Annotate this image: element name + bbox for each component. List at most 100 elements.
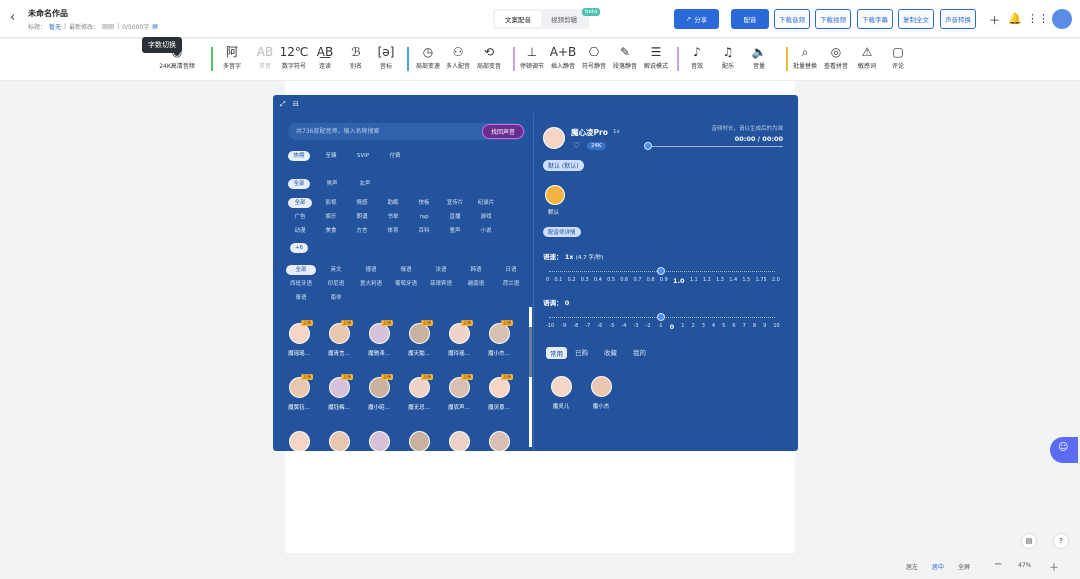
download-video-button[interactable]: 下载视频 xyxy=(815,9,851,29)
lang-chip[interactable]: 法语 xyxy=(426,265,456,275)
voice-card[interactable] xyxy=(442,431,476,451)
recent-tab[interactable]: 我的 xyxy=(633,347,646,357)
find-voice-button[interactable]: 找回声音 xyxy=(482,124,524,139)
lang-chip[interactable]: 越南语 xyxy=(461,279,491,289)
cat-chip[interactable]: 体育 xyxy=(381,226,405,236)
toolbar-narration-button[interactable]: ☰ 解说模式 xyxy=(639,44,673,70)
cat-chip[interactable]: 美食 xyxy=(319,226,343,236)
cat-chip[interactable]: 娱乐 xyxy=(319,212,343,222)
voice-convert-button[interactable]: 声音转换 xyxy=(940,9,976,29)
voice-detail-button[interactable]: 配音师详情 xyxy=(543,227,581,237)
scrollbar[interactable] xyxy=(529,307,532,447)
user-avatar[interactable] xyxy=(1052,9,1072,29)
zoom-out-icon[interactable]: − xyxy=(994,559,1002,570)
scrollbar-thumb[interactable] xyxy=(529,327,532,377)
toolbar-music-button[interactable]: ♫ 配乐 xyxy=(711,44,745,70)
back-arrow-icon[interactable]: ‹ xyxy=(10,10,15,25)
cat-chip[interactable]: 朗诵 xyxy=(350,212,374,222)
toolbar-liaison-button[interactable]: A͟B 连读 xyxy=(308,44,342,70)
voice-card[interactable] xyxy=(282,431,316,451)
toolbar-multi-voice-button[interactable]: ⚇ 多人配音 xyxy=(441,44,475,70)
cat-chip[interactable]: 动漫 xyxy=(288,226,312,236)
recent-voice-card[interactable]: 魔灵儿 xyxy=(544,376,578,410)
tabs-chip[interactable]: SVIP xyxy=(352,151,374,161)
toolbar-sfx-button[interactable]: ♪ 音效 xyxy=(680,44,714,70)
toolbar-pinyin-button[interactable]: ◎ 查看拼音 xyxy=(819,44,853,70)
voice-card[interactable] xyxy=(362,431,396,451)
tab-video-edit[interactable]: 视频剪辑 xyxy=(541,11,587,27)
download-audio-button[interactable]: 下载音频 xyxy=(774,9,810,29)
lang-chip[interactable]: 俄语 xyxy=(391,265,421,275)
expand-icon[interactable]: ⤢ xyxy=(280,100,286,109)
cat-chip[interactable]: 广告 xyxy=(288,212,312,222)
cat-chip[interactable]: 情感 xyxy=(350,198,374,208)
toolbar-sensitive-button[interactable]: ⚠ 敏感词 xyxy=(850,44,884,70)
cat-chip[interactable]: 全部 xyxy=(288,198,312,208)
voice-card[interactable]: 至臻 魔灵景... xyxy=(482,374,516,411)
collapse-icon[interactable]: ⊟ xyxy=(293,100,299,108)
copy-all-button[interactable]: 复制全文 xyxy=(898,9,934,29)
lang-chip[interactable]: 南非 xyxy=(321,293,351,303)
plus-icon[interactable]: ＋ xyxy=(989,12,1000,28)
toolbar-speed-button[interactable]: ◷ 局部变速 xyxy=(411,44,445,70)
recent-voice-card[interactable]: 魔小杰 xyxy=(584,376,618,410)
voice-card[interactable]: 至臻 魔钰梅... xyxy=(322,374,356,411)
voice-card[interactable] xyxy=(322,431,356,451)
more-categories-chip[interactable]: +6 xyxy=(290,243,308,253)
pitch-slider-knob[interactable] xyxy=(657,313,665,321)
grid-icon[interactable]: ⋮⋮ xyxy=(1027,12,1049,25)
toolbar-symbol-silence-button[interactable]: ⎔ 符号静音 xyxy=(577,44,611,70)
subtitle-icon[interactable]: ▤ xyxy=(1021,533,1037,549)
voice-card[interactable]: 至臻 魔农声... xyxy=(442,374,476,411)
help-icon[interactable]: ? xyxy=(1053,533,1069,549)
cat-chip[interactable]: 游戏 xyxy=(474,212,498,222)
style-avatar[interactable] xyxy=(545,185,565,205)
recent-tab[interactable]: 已购 xyxy=(575,347,588,357)
share-button[interactable]: ↗ 分享 xyxy=(674,9,719,29)
cat-chip[interactable]: 直播 xyxy=(443,212,467,222)
fullscreen-button[interactable]: 全屏 xyxy=(958,562,970,571)
voice-card[interactable]: 至臻 魔小杰... xyxy=(482,320,516,357)
cat-chip[interactable]: 方言 xyxy=(350,226,374,236)
lang-chip[interactable]: 印尼语 xyxy=(321,279,351,289)
preview-progress[interactable] xyxy=(647,146,783,147)
voice-card[interactable]: 至臻 魔驰涛... xyxy=(362,320,396,357)
word-toggle-icon[interactable]: ▤ xyxy=(152,23,158,30)
voice-card[interactable]: 至臻 魔瑶瑶... xyxy=(282,320,316,357)
work-title[interactable]: 未命名作品 xyxy=(28,8,68,19)
cat-chip[interactable]: 宣传片 xyxy=(443,198,467,208)
tabs-chip[interactable]: 热榜 xyxy=(288,151,310,161)
lang-chip[interactable]: 西班牙语 xyxy=(286,279,316,289)
voice-card[interactable]: 至臻 魔小昭... xyxy=(362,374,396,411)
toolbar-volume-button[interactable]: 🔈 音量 xyxy=(742,44,776,70)
lang-chip[interactable]: 菲律宾语 xyxy=(426,279,456,289)
preview-progress-knob[interactable] xyxy=(644,142,652,150)
assistant-float-button[interactable]: ☺ xyxy=(1050,437,1078,463)
cat-chip[interactable]: 小说 xyxy=(474,226,498,236)
style-select-button[interactable]: 默认 (默认) xyxy=(543,160,584,171)
cat-chip[interactable]: 助眠 xyxy=(381,198,405,208)
cat-chip[interactable]: 童声 xyxy=(443,226,467,236)
cat-chip[interactable]: 快板 xyxy=(412,198,436,208)
tab-text-dub[interactable]: 文案配音 xyxy=(495,11,541,27)
cat-chip[interactable]: rap xyxy=(412,212,436,222)
toolbar-comment-button[interactable]: ▢ 评论 xyxy=(881,44,915,70)
voice-card[interactable] xyxy=(482,431,516,451)
voice-card[interactable]: 至臻 魔青言... xyxy=(322,320,356,357)
toolbar-voice-change-button[interactable]: ⟲ 局部变音 xyxy=(472,44,506,70)
cat-chip[interactable]: 影视 xyxy=(319,198,343,208)
lang-chip[interactable]: 葡萄牙语 xyxy=(391,279,421,289)
gender-chip[interactable]: 女声 xyxy=(354,179,376,189)
toolbar-alias-button[interactable]: ℬ 别名 xyxy=(339,44,373,70)
toolbar-phonetic-button[interactable]: [ə] 音标 xyxy=(369,44,403,70)
toolbar-pause-button[interactable]: ⊥ 停顿调节 xyxy=(515,44,549,70)
voice-card[interactable]: 至臻 魔天勉... xyxy=(402,320,436,357)
toolbar-paragraph-silence-button[interactable]: ✎ 段落静音 xyxy=(608,44,642,70)
tabs-chip[interactable]: 付费 xyxy=(384,151,406,161)
download-subtitle-button[interactable]: 下载字幕 xyxy=(857,9,893,29)
lang-chip[interactable]: 日语 xyxy=(496,265,526,275)
zoom-in-icon[interactable]: ＋ xyxy=(1049,559,1059,574)
cat-chip[interactable]: 书单 xyxy=(381,212,405,222)
toolbar-silence-button[interactable]: A+B 插入静音 xyxy=(546,44,580,70)
align-left-button[interactable]: 居左 xyxy=(906,562,918,571)
